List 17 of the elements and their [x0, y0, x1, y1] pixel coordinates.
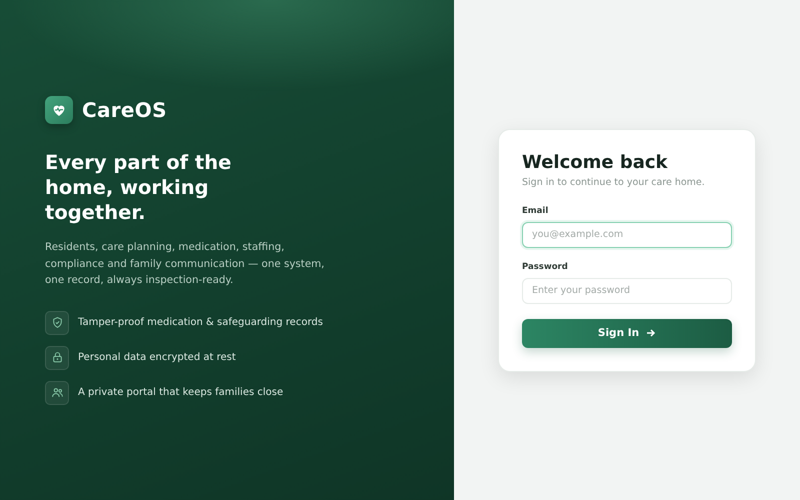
input-field[interactable]: you@example.com — [522, 222, 732, 248]
heart-logo-icon — [45, 96, 73, 124]
feature-text: Tamper-proof medication & safeguarding records — [78, 317, 323, 328]
headline: Every part of the home, working together. — [45, 150, 232, 225]
sign-in-button[interactable]: Sign In — [522, 318, 732, 348]
login-subtitle: Sign in to continue to your care home. — [522, 176, 706, 188]
feature-text: A private portal that keeps families close — [78, 387, 284, 398]
shield-icon — [45, 310, 69, 334]
arrow-icon — [646, 328, 656, 338]
feature-text: Personal data encrypted at rest — [78, 352, 236, 363]
lock-icon — [45, 346, 69, 370]
field-label: Password — [522, 262, 569, 272]
description: Residents, care planning, medication, staffing, compliance and family communication — one system, one record, always inspection-ready. — [45, 240, 325, 288]
field-label: Email — [522, 206, 550, 216]
login-title: Welcome back — [522, 152, 669, 172]
people-icon — [45, 380, 69, 404]
brand-name: CareOS — [82, 98, 167, 122]
